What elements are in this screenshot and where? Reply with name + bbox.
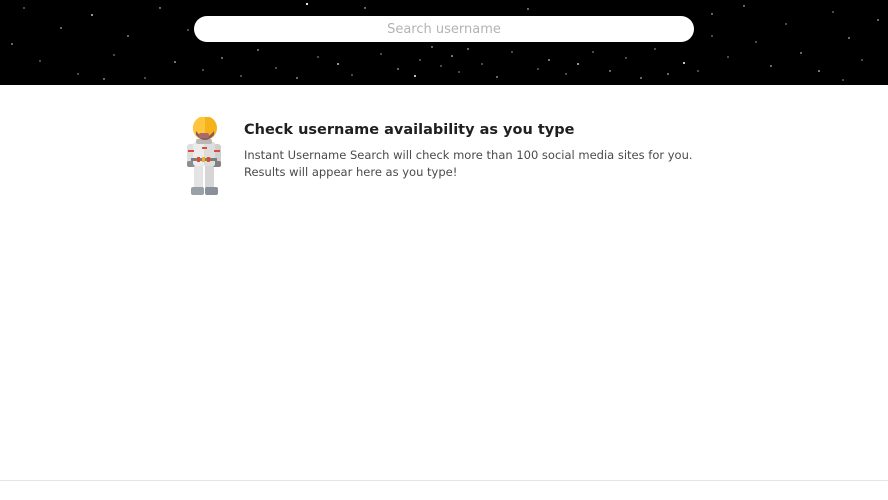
astronaut-icon bbox=[187, 117, 221, 195]
intro-title: Check username availability as you type bbox=[244, 122, 575, 138]
search-bar bbox=[194, 16, 694, 42]
footer-divider bbox=[0, 480, 888, 481]
hero-header bbox=[0, 0, 888, 85]
intro-text: Check username availability as you type … bbox=[244, 121, 704, 181]
search-input[interactable] bbox=[194, 16, 694, 42]
intro-description: Instant Username Search will check more … bbox=[244, 148, 693, 179]
main-content: Check username availability as you type … bbox=[0, 85, 888, 480]
starfield-background bbox=[11, 2, 879, 81]
